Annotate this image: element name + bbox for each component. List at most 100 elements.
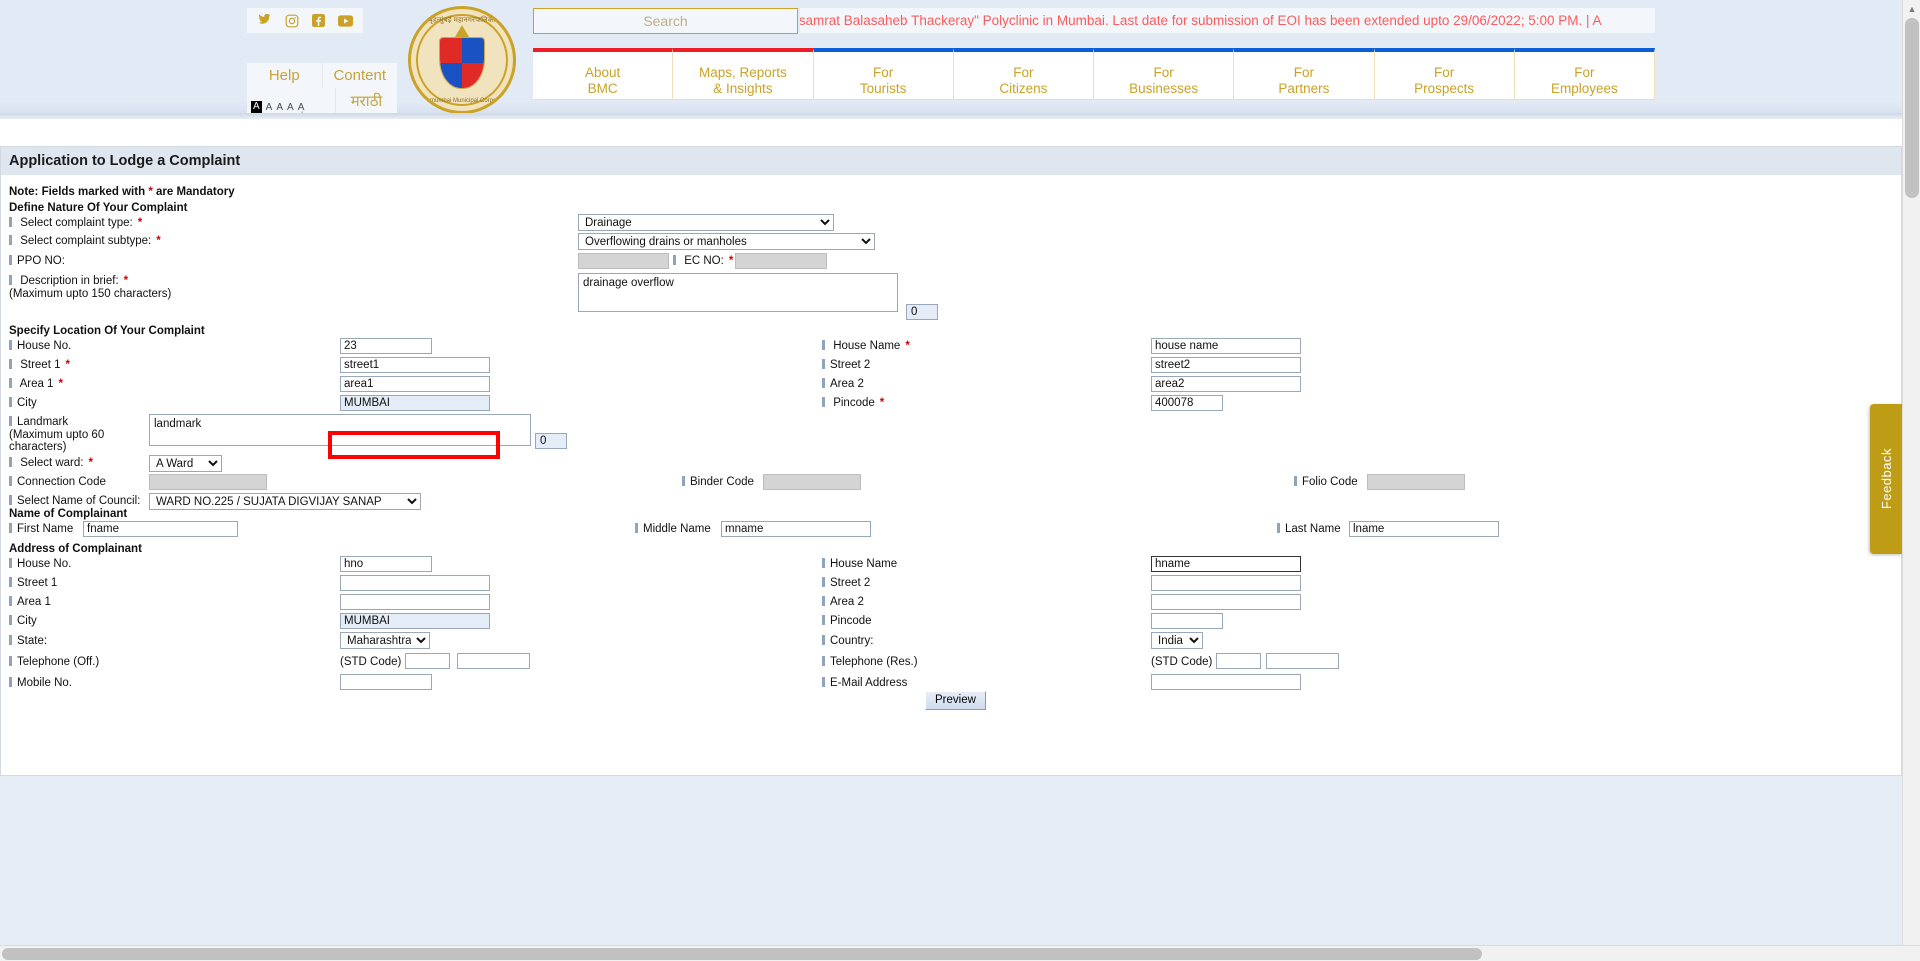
addr-pincode-input[interactable]	[1151, 613, 1223, 629]
addr-area2-input[interactable]	[1151, 594, 1301, 610]
nav-label-line2: Employees	[1550, 81, 1618, 96]
nav-item-maps-reports-insights[interactable]: Maps, Reports & Insights	[672, 48, 813, 99]
bmc-logo[interactable]: बृहन्मुंबई महानगरपालिका Brihanmumbai Mun…	[408, 6, 516, 114]
addr-house-name-input[interactable]	[1151, 556, 1301, 572]
label-complaint-subtype: Select complaint subtype: *	[9, 235, 161, 247]
horizontal-scrollbar[interactable]	[0, 945, 1920, 961]
loc-street1-input[interactable]	[340, 357, 490, 373]
preview-button[interactable]: Preview	[925, 691, 986, 710]
help-link[interactable]: Help	[247, 63, 322, 88]
nav-label-line1: For	[1293, 65, 1314, 80]
addr-area1-input[interactable]	[340, 594, 490, 610]
label-landmark-hint1: (Maximum upto 60	[9, 429, 105, 441]
label-tel-res-std: (STD Code)	[1151, 656, 1213, 668]
loc-street2-input[interactable]	[1151, 357, 1301, 373]
addr-street2-input[interactable]	[1151, 575, 1301, 591]
connection-code-input[interactable]	[149, 474, 267, 490]
search-box[interactable]	[533, 8, 798, 34]
label-addr-house-name: House Name	[822, 558, 897, 570]
youtube-icon[interactable]	[338, 14, 353, 27]
font-size-default-button[interactable]: A	[251, 101, 262, 113]
label-folio-code: Folio Code	[1294, 476, 1358, 488]
search-input[interactable]	[534, 9, 797, 33]
tel-res-std-input[interactable]	[1216, 653, 1261, 669]
page-background-area	[0, 776, 1902, 945]
feedback-tab[interactable]: Feedback	[1870, 404, 1906, 554]
addr-street1-input[interactable]	[340, 575, 490, 591]
complaint-type-select[interactable]: Drainage	[578, 214, 834, 231]
label-telephone-res: Telephone (Res.)	[822, 656, 918, 668]
label-landmark: Landmark	[9, 416, 68, 428]
feedback-tab-label: Feedback	[1878, 448, 1894, 510]
horizontal-scrollbar-thumb[interactable]	[2, 948, 1482, 960]
nav-label-line1: For	[1153, 65, 1174, 80]
note-suffix: are Mandatory	[152, 186, 235, 198]
label-connection-code: Connection Code	[9, 476, 106, 488]
loc-house-name-input[interactable]	[1151, 338, 1301, 354]
label-addr-area2: Area 2	[822, 596, 864, 608]
nav-label-line2: Partners	[1278, 81, 1330, 96]
label-addr-state: State:	[9, 635, 47, 647]
middle-name-input[interactable]	[721, 521, 871, 537]
nav-label-line1: For	[873, 65, 894, 80]
landmark-char-counter: 0	[535, 433, 567, 449]
vertical-scrollbar[interactable]: ▲ ▼	[1902, 0, 1920, 961]
addr-house-no-input[interactable]	[340, 556, 432, 572]
label-loc-street1: Street 1 *	[9, 359, 70, 371]
nav-item-for-citizens[interactable]: For Citizens	[952, 48, 1093, 99]
font-size-decrease-button[interactable]: A	[276, 103, 283, 120]
loc-pincode-input[interactable]	[1151, 395, 1223, 411]
nav-item-about-bmc[interactable]: About BMC	[533, 48, 673, 99]
ward-select[interactable]: A Ward	[149, 455, 222, 472]
loc-house-no-input[interactable]	[340, 338, 432, 354]
country-select[interactable]: India	[1151, 632, 1203, 649]
label-complaint-type: Select complaint type: *	[9, 217, 142, 229]
loc-area2-input[interactable]	[1151, 376, 1301, 392]
content-link[interactable]: Content	[321, 63, 398, 88]
scroll-up-arrow-icon[interactable]: ▲	[1903, 0, 1920, 18]
nav-label-line1: For	[1434, 65, 1455, 80]
label-addr-area1: Area 1	[9, 596, 51, 608]
nav-item-for-businesses[interactable]: For Businesses	[1093, 48, 1234, 99]
facebook-icon[interactable]	[312, 14, 325, 27]
font-size-increase-button[interactable]: A	[298, 103, 305, 119]
nav-item-for-partners[interactable]: For Partners	[1233, 48, 1374, 99]
first-name-input[interactable]	[83, 521, 238, 537]
ppo-no-input[interactable]	[578, 253, 669, 269]
label-addr-street1: Street 1	[9, 577, 57, 589]
vertical-scrollbar-thumb[interactable]	[1905, 18, 1919, 198]
tel-off-std-input[interactable]	[405, 653, 450, 669]
nav-item-for-employees[interactable]: For Employees	[1513, 48, 1655, 99]
label-addr-city: City	[9, 615, 37, 627]
label-loc-street2: Street 2	[822, 359, 870, 371]
label-addr-house-no: House No.	[9, 558, 71, 570]
last-name-input[interactable]	[1349, 521, 1499, 537]
instagram-icon[interactable]	[285, 14, 299, 28]
binder-code-input[interactable]	[763, 474, 861, 490]
label-loc-city: City	[9, 397, 37, 409]
addr-city-input[interactable]	[340, 613, 490, 629]
tel-res-number-input[interactable]	[1266, 653, 1339, 669]
description-textarea[interactable]: drainage overflow	[578, 273, 898, 312]
nav-item-for-tourists[interactable]: For Tourists	[812, 48, 953, 99]
nav-label-line1: For	[1013, 65, 1034, 80]
loc-area1-input[interactable]	[340, 376, 490, 392]
loc-city-input[interactable]	[340, 395, 490, 411]
font-size-normal-button[interactable]: A	[266, 103, 273, 113]
language-marathi-link[interactable]: मराठी	[335, 88, 397, 115]
nav-label-line2: BMC	[587, 81, 618, 96]
label-addr-pincode: Pincode	[822, 615, 872, 627]
complaint-subtype-select[interactable]: Overflowing drains or manholes	[578, 233, 875, 250]
council-select[interactable]: WARD NO.225 / SUJATA DIGVIJAY SANAP	[149, 493, 421, 510]
twitter-icon[interactable]	[257, 14, 272, 27]
nav-label-line1: Maps, Reports	[698, 65, 787, 80]
tel-off-number-input[interactable]	[457, 653, 530, 669]
nav-item-for-prospects[interactable]: For Prospects	[1373, 48, 1514, 99]
font-size-reset-button[interactable]: A	[287, 103, 294, 113]
state-select[interactable]: Maharashtra	[340, 632, 430, 649]
label-description-hint: (Maximum upto 150 characters)	[9, 288, 172, 300]
ec-no-input[interactable]	[735, 253, 827, 269]
folio-code-input[interactable]	[1367, 474, 1465, 490]
form-body: Note: Fields marked with * are Mandatory…	[1, 175, 1901, 713]
section-define-nature: Define Nature Of Your Complaint	[9, 202, 188, 214]
